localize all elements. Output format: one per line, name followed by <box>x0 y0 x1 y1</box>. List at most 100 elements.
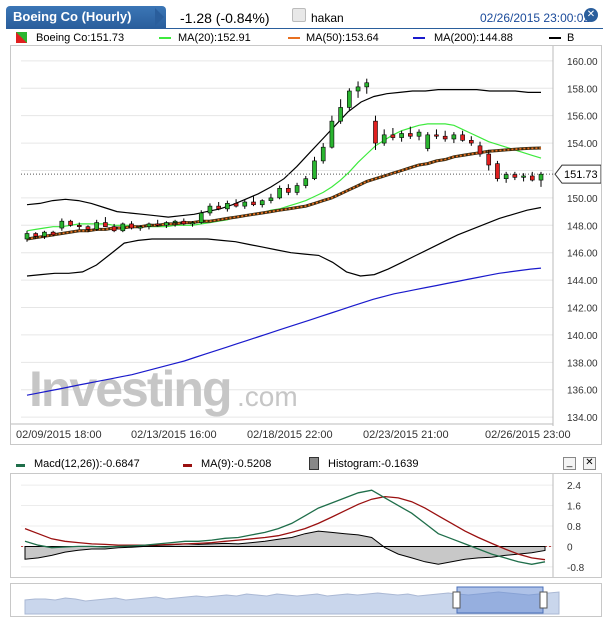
candle-body <box>146 223 152 227</box>
histogram-area <box>24 530 546 565</box>
legend-ma20: MA(20):152.91 <box>178 32 251 44</box>
y-tick-label: 148.00 <box>567 221 598 232</box>
legend-ma200: MA(200):144.88 <box>434 32 513 44</box>
close-icon[interactable]: ✕ <box>584 8 598 22</box>
signal-swatch <box>183 464 192 467</box>
header-divider <box>6 28 603 29</box>
watermark-suffix: .com <box>237 381 298 412</box>
candle-body <box>416 131 422 137</box>
candle-body <box>503 174 509 180</box>
candle-body <box>225 203 230 210</box>
candle-body <box>242 201 248 207</box>
navigator-selection <box>456 586 544 614</box>
y-tick-label: 2.4 <box>567 481 581 492</box>
x-tick-label: 02/13/2015 16:00 <box>131 429 217 441</box>
candle-body <box>390 134 396 138</box>
symbol-color-icon <box>16 32 27 43</box>
candle-body <box>129 223 134 229</box>
candle-body <box>268 197 274 201</box>
y-tick-label: 156.00 <box>567 112 598 123</box>
candle-body <box>425 134 431 149</box>
tab-pointer <box>155 8 164 26</box>
y-tick-label: 0.8 <box>567 522 581 533</box>
candle-body <box>303 178 309 186</box>
candle-body <box>477 145 483 155</box>
y-tick-label: 138.00 <box>567 358 598 369</box>
price-change: -1.28 (-0.84%) <box>180 10 270 26</box>
candle-body <box>451 134 457 140</box>
y-tick-label: 140.00 <box>567 331 598 342</box>
navigator-right-handle <box>539 591 548 609</box>
price-chart-panel[interactable]: 134.00 136.00 138.00 140.00 142.00 144.00 146.… <box>10 45 602 445</box>
candle-body <box>68 220 73 226</box>
y-tick-label: 142.00 <box>567 304 598 315</box>
candle-body <box>59 220 65 229</box>
candle-body <box>312 160 317 180</box>
minimize-button[interactable]: _ <box>563 457 576 470</box>
candle-body <box>190 222 195 225</box>
candle-body <box>155 223 160 226</box>
candle-body <box>538 173 544 181</box>
candle-body <box>85 226 91 230</box>
candle-body <box>434 134 439 137</box>
candle-body <box>103 222 108 227</box>
candle-body <box>294 185 300 193</box>
candle-body <box>286 187 291 193</box>
legend-symbol: Boeing Co:151.73 <box>36 32 125 44</box>
candle-body <box>381 134 387 144</box>
candle-body <box>364 82 370 88</box>
macd-chart[interactable]: -0.8 0 0.8 1.6 2.4 <box>11 474 601 577</box>
timestamp: 02/26/2015 23:00:02 <box>480 11 591 25</box>
legend-macd: Macd(12,26)):-0.6847 <box>34 458 140 470</box>
legend-ma50: MA(50):153.64 <box>306 32 379 44</box>
macd-swatch <box>16 464 25 467</box>
x-tick-label: 02/18/2015 22:00 <box>247 429 333 441</box>
candle-body <box>521 175 526 178</box>
candle-body <box>181 220 187 225</box>
candle-body <box>469 140 474 144</box>
y-tick-label: 0 <box>567 542 573 553</box>
username: hakan <box>311 11 344 25</box>
y-tick-label: 136.00 <box>567 386 598 397</box>
candle-body <box>216 205 221 210</box>
candle-body <box>42 231 47 237</box>
candle-body <box>76 224 82 227</box>
y-tick-label: 1.6 <box>567 502 581 513</box>
candle-body <box>277 187 282 199</box>
candle-body <box>120 223 126 232</box>
ma200-swatch <box>413 37 425 39</box>
candle-body <box>442 135 448 140</box>
candle-body <box>50 231 56 236</box>
candle-body <box>33 233 39 237</box>
navigator-panel[interactable] <box>10 583 602 617</box>
ma20-swatch <box>159 37 171 39</box>
candle-body <box>329 120 335 148</box>
candle-body <box>259 200 265 206</box>
lower-band-line <box>26 206 542 277</box>
bands-swatch <box>549 37 561 39</box>
candle-body <box>373 120 378 144</box>
macd-panel[interactable]: -0.8 0 0.8 1.6 2.4 <box>10 473 602 578</box>
candle-body <box>495 163 500 180</box>
price-chart[interactable]: 134.00 136.00 138.00 140.00 142.00 144.00 146.… <box>11 46 601 444</box>
candle-body <box>460 134 465 141</box>
y-tick-label: 158.00 <box>567 84 598 95</box>
candle-body <box>251 201 256 206</box>
flag-icon <box>292 8 306 22</box>
y-tick-label: 160.00 <box>567 57 598 68</box>
y-tick-label: 144.00 <box>567 276 598 287</box>
candle-body <box>320 146 326 162</box>
navigator[interactable] <box>11 584 601 616</box>
y-tick-label: 154.00 <box>567 139 598 150</box>
candle-body <box>137 226 143 229</box>
chart-title-tab[interactable]: Boeing Co (Hourly) <box>6 6 166 28</box>
last-price-label: 151.73 <box>564 169 598 181</box>
y-tick-label: 146.00 <box>567 249 598 260</box>
close-panel-button[interactable]: ✕ <box>583 457 596 470</box>
x-tick-label: 02/23/2015 21:00 <box>363 429 449 441</box>
candle-body <box>408 133 413 137</box>
legend-signal: MA(9):-0.5208 <box>201 458 272 470</box>
y-tick-label: 134.00 <box>567 413 598 424</box>
y-tick-label: -0.8 <box>567 563 585 574</box>
candle-body <box>529 175 535 181</box>
